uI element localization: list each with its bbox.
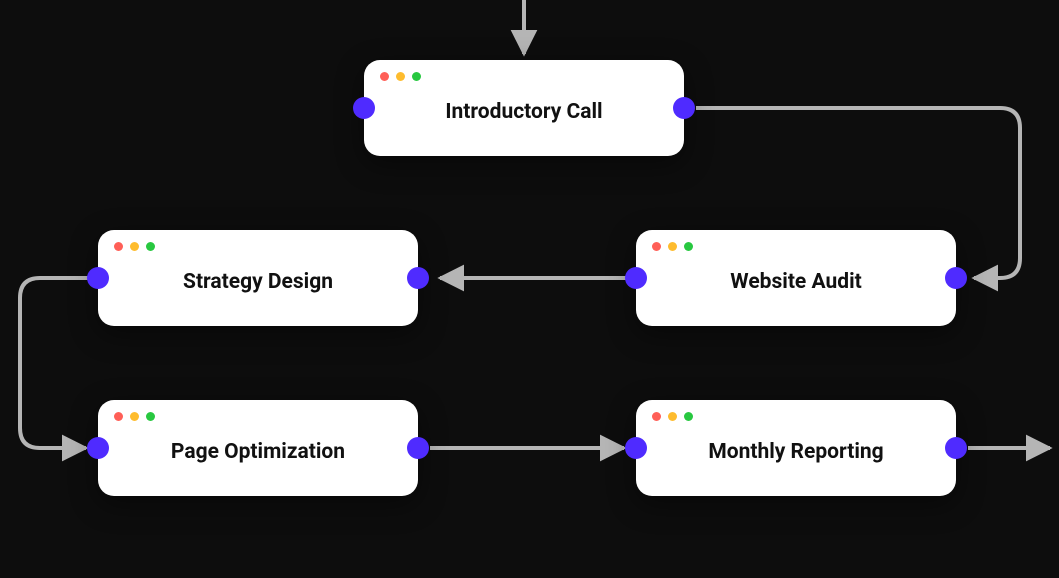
node-title: Introductory Call: [445, 100, 602, 124]
node-introductory-call[interactable]: Introductory Call: [364, 60, 684, 156]
traffic-yellow-icon: [130, 242, 139, 251]
traffic-yellow-icon: [668, 242, 677, 251]
traffic-red-icon: [114, 242, 123, 251]
traffic-red-icon: [652, 242, 661, 251]
traffic-yellow-icon: [668, 412, 677, 421]
traffic-red-icon: [114, 412, 123, 421]
port-right[interactable]: [945, 437, 967, 459]
port-left[interactable]: [353, 97, 375, 119]
traffic-lights: [652, 412, 693, 421]
port-right[interactable]: [945, 267, 967, 289]
port-left[interactable]: [87, 437, 109, 459]
port-left[interactable]: [87, 267, 109, 289]
port-right[interactable]: [407, 267, 429, 289]
node-strategy-design[interactable]: Strategy Design: [98, 230, 418, 326]
port-right[interactable]: [407, 437, 429, 459]
traffic-lights: [652, 242, 693, 251]
traffic-green-icon: [684, 412, 693, 421]
traffic-green-icon: [146, 242, 155, 251]
node-title: Monthly Reporting: [708, 440, 883, 464]
traffic-lights: [114, 242, 155, 251]
traffic-lights: [380, 72, 421, 81]
traffic-lights: [114, 412, 155, 421]
traffic-yellow-icon: [130, 412, 139, 421]
port-left[interactable]: [625, 437, 647, 459]
node-monthly-reporting[interactable]: Monthly Reporting: [636, 400, 956, 496]
traffic-yellow-icon: [396, 72, 405, 81]
traffic-green-icon: [684, 242, 693, 251]
traffic-green-icon: [146, 412, 155, 421]
port-left[interactable]: [625, 267, 647, 289]
node-title: Strategy Design: [183, 270, 333, 294]
traffic-red-icon: [380, 72, 389, 81]
connector-strategy-to-pageopt: [20, 278, 98, 448]
node-page-optimization[interactable]: Page Optimization: [98, 400, 418, 496]
node-title: Page Optimization: [171, 440, 345, 464]
port-right[interactable]: [673, 97, 695, 119]
traffic-red-icon: [652, 412, 661, 421]
node-title: Website Audit: [730, 270, 861, 294]
diagram-canvas: Introductory Call Website Audit Strategy…: [0, 0, 1059, 578]
node-website-audit[interactable]: Website Audit: [636, 230, 956, 326]
traffic-green-icon: [412, 72, 421, 81]
